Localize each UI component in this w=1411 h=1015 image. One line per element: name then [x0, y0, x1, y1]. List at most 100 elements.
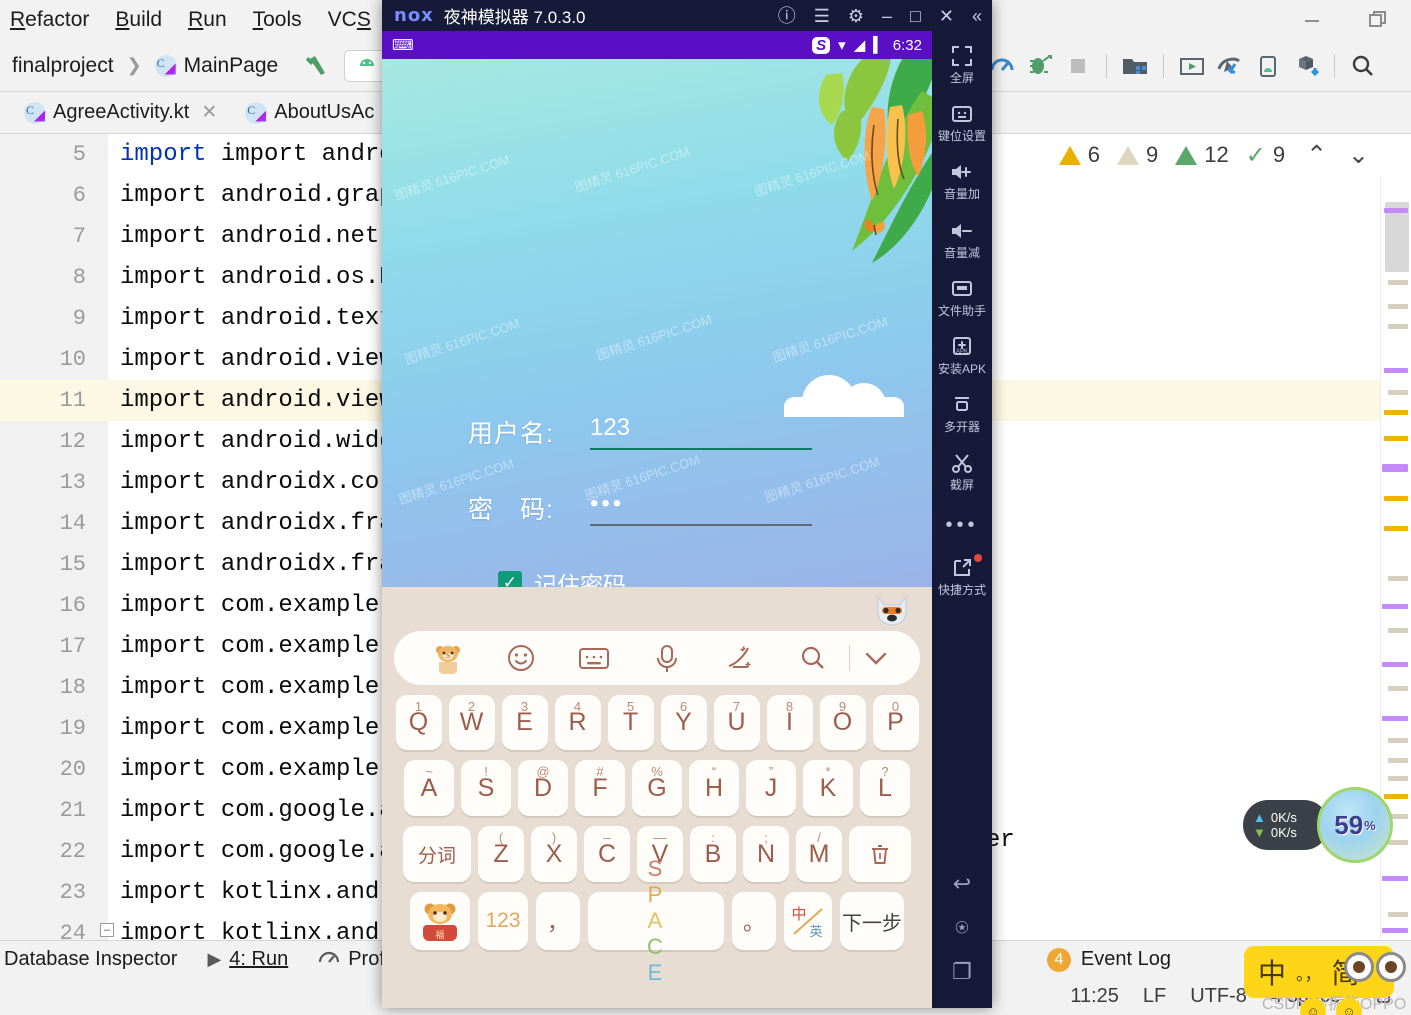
sidebar-item-more[interactable]: ••• [932, 497, 992, 543]
key-l[interactable]: ? L [860, 760, 910, 816]
key-j[interactable]: ” J [746, 760, 796, 816]
home-icon[interactable]: ⍟ [932, 906, 992, 950]
search-everywhere-icon[interactable] [1346, 49, 1380, 83]
key-r[interactable]: 4R [554, 695, 601, 750]
remember-password-checkbox[interactable]: ✓ [498, 571, 522, 587]
file-encoding[interactable]: UTF-8 [1190, 985, 1247, 1008]
nox-emulator-window[interactable]: nox 夜神模拟器 7.0.3.0 ⓘ ☰ ⚙ – □ ✕ « ⌨ S ▾ ◢ [382, 0, 992, 1008]
remember-password-row[interactable]: ✓ 记住密码 [382, 566, 932, 587]
menu-tools[interactable]: Tools [253, 8, 302, 32]
backspace-icon[interactable] [849, 826, 911, 882]
key-t[interactable]: 5T [607, 695, 654, 750]
tab-aboutus[interactable]: AboutUsAc [235, 97, 384, 128]
collapse-icon[interactable]: « [972, 7, 982, 25]
sidebar-item-screenshot[interactable]: 截屏 [932, 438, 992, 496]
sidebar-item-fullscreen[interactable]: 全屏 [932, 31, 992, 89]
sync-gradle-icon[interactable] [1289, 49, 1323, 83]
key-next-step[interactable]: 下一步 [840, 892, 904, 950]
key-q[interactable]: 1Q [395, 695, 442, 750]
login-form[interactable]: 用户名: 123 密 码: ••• ✓ 记住密码 [382, 414, 932, 587]
key-language-toggle[interactable]: 中 英 [784, 892, 832, 950]
restore-icon[interactable] [1365, 7, 1391, 33]
sogou-keyboard[interactable]: S 1 Q 2 W 3 E 4 R 5 T 6 Y 7 U 8 I 9 O 0 … [382, 587, 932, 1008]
caret-position[interactable]: 11:25 [1070, 985, 1119, 1008]
close-icon[interactable]: ✕ [201, 101, 217, 124]
key-space[interactable]: SPACE [588, 856, 724, 985]
sidebar-item-keymap[interactable]: 键位设置 [932, 89, 992, 147]
sidebar-item-shortcut[interactable]: 快捷方式 [932, 543, 992, 601]
recents-icon[interactable]: ❐ [932, 950, 992, 994]
key-n[interactable]: ; N [743, 826, 789, 882]
maximize-icon[interactable]: □ [910, 7, 921, 25]
key-x[interactable]: ) X [531, 826, 577, 882]
layout-inspector-icon[interactable] [1213, 49, 1247, 83]
menu-refactor[interactable]: Refactor [10, 8, 89, 32]
collapse-icon[interactable] [850, 648, 902, 668]
minimize-icon[interactable] [1299, 7, 1325, 33]
minimize-icon[interactable]: – [882, 7, 892, 25]
menu-run[interactable]: Run [188, 8, 227, 32]
line-separator[interactable]: LF [1143, 985, 1166, 1008]
debug-icon[interactable] [1023, 49, 1057, 83]
password-input[interactable]: ••• [590, 490, 812, 526]
back-icon[interactable]: ↩ [932, 862, 992, 906]
key-d[interactable]: @ D [518, 760, 568, 816]
battery-ball-widget[interactable]: 59 % [1317, 787, 1393, 863]
sidebar-item-multi-instance[interactable]: 多开器 [932, 380, 992, 438]
tool-window-run[interactable]: ▶ 4: Run [207, 948, 288, 971]
key-p[interactable]: 0P [872, 695, 919, 750]
menu-build[interactable]: Build [115, 8, 162, 32]
sidebar-item-volume-up[interactable]: 音量加 [932, 147, 992, 205]
tool-window-database-inspector[interactable]: Database Inspector [4, 948, 177, 971]
key-g[interactable]: % G [632, 760, 682, 816]
emulator-screen[interactable]: ⌨ S ▾ ◢ ▍ 6:32 图精灵 616PIC.COM 图精灵 616PIC… [382, 31, 932, 1008]
close-icon[interactable]: ✕ [939, 7, 954, 25]
key-z[interactable]: (Z [478, 826, 524, 882]
key-y[interactable]: 6Y [660, 695, 707, 750]
key-o[interactable]: 9O [819, 695, 866, 750]
key-period[interactable]: 。 [732, 892, 776, 950]
sogou-tiger-icon[interactable]: 福 [410, 892, 470, 950]
ime-mode[interactable]: 中 [1258, 952, 1286, 992]
sogou-fox-icon[interactable] [872, 591, 912, 627]
avd-manager-icon[interactable] [1175, 49, 1209, 83]
breadcrumb-project[interactable]: finalproject [12, 54, 114, 78]
key-c[interactable]: – C [584, 826, 630, 882]
key-s[interactable]: ! S [461, 760, 511, 816]
login-screen[interactable]: 图精灵 616PIC.COM 图精灵 616PIC.COM 图精灵 616PIC… [382, 59, 932, 587]
key-u[interactable]: 7U [713, 695, 760, 750]
key-fenci[interactable]: 分词 [403, 826, 471, 882]
key-comma[interactable]: ， [536, 892, 580, 950]
settings-icon[interactable]: ⚙ [848, 7, 864, 25]
key-a[interactable]: ~ A [404, 760, 454, 816]
stop-icon[interactable] [1061, 49, 1095, 83]
breadcrumb-file[interactable]: MainPage [184, 54, 279, 78]
key-numeric-switch[interactable]: 123 [478, 892, 528, 950]
key-b[interactable]: :B [690, 826, 736, 882]
sidebar-item-file-assistant[interactable]: 文件助手 [932, 264, 992, 322]
keyboard-switch-icon[interactable] [558, 644, 631, 672]
handwriting-icon[interactable] [703, 642, 776, 674]
event-log-button[interactable]: 4 Event Log [1046, 947, 1171, 972]
menu-icon[interactable]: ☰ [814, 7, 830, 25]
sdk-manager-icon[interactable] [1118, 49, 1152, 83]
emoji-icon[interactable] [485, 642, 558, 674]
key-i[interactable]: 8I [766, 695, 813, 750]
username-input[interactable]: 123 [590, 414, 812, 450]
key-k[interactable]: * K [803, 760, 853, 816]
search-icon[interactable] [776, 643, 849, 673]
sidebar-item-volume-down[interactable]: 音量减 [932, 206, 992, 264]
tab-agreeactivity[interactable]: AgreeActivity.kt ✕ [14, 97, 227, 128]
key-e[interactable]: 3E [501, 695, 548, 750]
device-manager-icon[interactable] [1251, 49, 1285, 83]
menu-vcs[interactable]: VCS [328, 8, 371, 32]
voice-icon[interactable] [630, 642, 703, 674]
prev-problem-icon[interactable]: ⌃ [1306, 140, 1327, 170]
ime-punctuation[interactable]: 。， [1296, 960, 1322, 985]
key-m[interactable]: / M [796, 826, 842, 882]
help-icon[interactable]: ⓘ [778, 7, 796, 25]
key-h[interactable]: “H [689, 760, 739, 816]
key-f[interactable]: # F [575, 760, 625, 816]
sogou-bear-icon[interactable]: S [412, 642, 485, 674]
sidebar-item-install-apk[interactable]: APK 安装APK [932, 322, 992, 380]
